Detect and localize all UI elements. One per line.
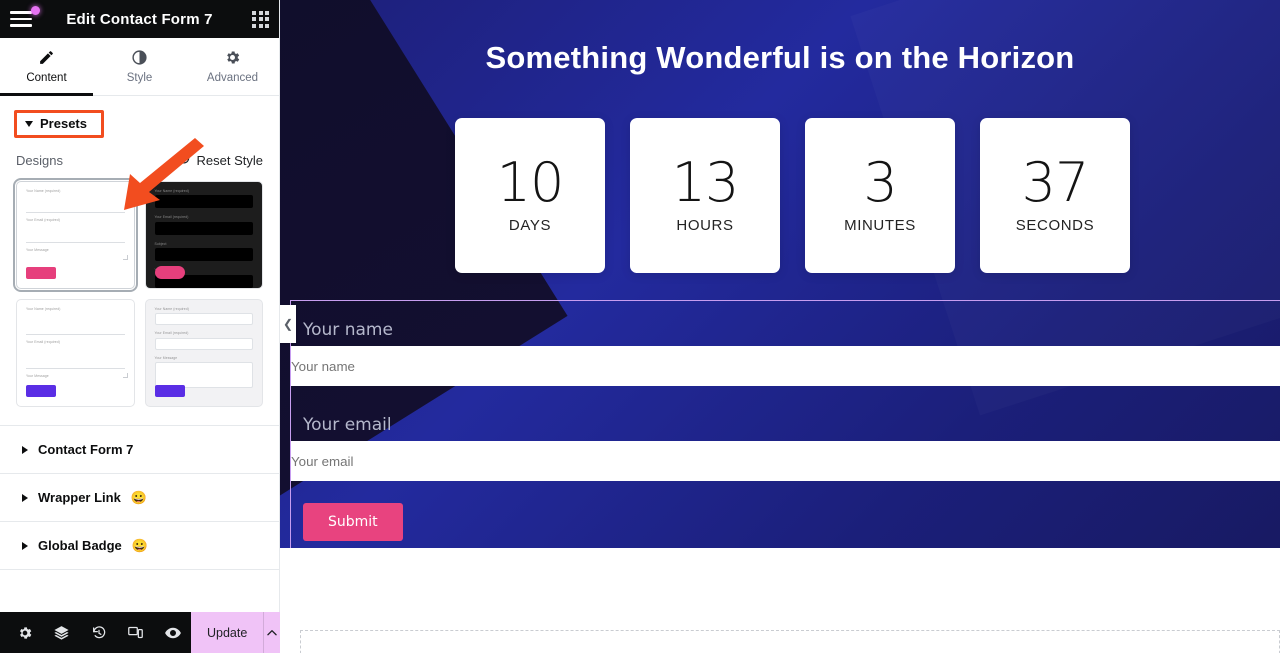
pro-badge-icon: 😀 [131,538,148,553]
caret-down-icon [25,120,33,127]
pencil-icon [38,49,55,66]
caret-right-icon [22,541,28,550]
editor-panel: Edit Contact Form 7 Content Style Advanc… [0,0,280,653]
name-input[interactable] [291,346,1280,386]
countdown-item-hours: 13 HOURS [630,118,780,273]
panel-tabs: Content Style Advanced [0,38,279,96]
preset-field-label: Your Email (required) [26,340,61,345]
hamburger-icon[interactable] [8,4,42,34]
preset-thumb-light-purple[interactable]: Your Name (required) Your Email (require… [16,299,135,407]
email-label: Your email [303,415,392,435]
countdown-item-seconds: 37 SECONDS [980,118,1130,273]
preset-thumb-dark[interactable]: Your Name (required) Your Email (require… [144,181,263,289]
contrast-circle-icon [131,49,148,66]
field-email: Your email [291,408,1280,481]
tab-style[interactable]: Style [93,38,186,95]
preset-field-label: Your Email (required) [26,218,61,223]
page-canvas: Something Wonderful is on the Horizon 10… [280,0,1280,653]
gear-icon [224,49,241,66]
pro-badge-icon: 😀 [130,490,148,505]
panel-header: Edit Contact Form 7 [0,0,279,38]
tab-content-label: Content [26,72,67,84]
caret-right-icon [22,493,28,502]
add-element-dropzone[interactable] [300,630,1280,653]
update-button[interactable]: Update [191,612,264,653]
preset-field-label: Your Message [26,247,49,252]
countdown-widget: 10 DAYS 13 HOURS 3 MINUTES 37 SECONDS [455,118,1130,273]
presets-label: Presets [40,116,87,131]
preset-field-label: Your Message [154,355,178,360]
countdown-label: HOURS [676,216,734,234]
settings-gear-icon[interactable] [6,612,43,653]
reset-style-label: Reset Style [196,153,263,168]
preset-field-label: Your Name (required) [26,307,61,311]
chevron-up-icon[interactable] [263,612,280,653]
chevron-left-icon[interactable]: ❮ [280,305,296,343]
section-label: Contact Form 7 [38,442,134,457]
hero-section: Something Wonderful is on the Horizon 10… [280,0,1280,548]
resize-corner-icon [122,255,128,260]
field-name: Your name [291,313,1280,386]
countdown-item-days: 10 DAYS [455,118,605,273]
name-label: Your name [303,320,393,340]
resize-corner-icon [122,373,128,378]
countdown-value: 13 [671,151,740,215]
preset-field-label: Your Name (required) [154,189,189,193]
countdown-value: 3 [863,151,897,215]
countdown-value: 10 [496,151,565,215]
countdown-label: MINUTES [844,216,916,234]
preview-eye-icon[interactable] [154,612,191,653]
contact-form-widget[interactable]: Your name Your email Submit [290,300,1280,548]
preset-field-label: Your Email (required) [154,331,189,336]
preset-send-button [154,385,185,397]
preset-field-label: Subject [154,241,167,246]
countdown-label: SECONDS [1015,216,1095,234]
countdown-value: 37 [1021,151,1090,215]
countdown-label: DAYS [508,216,552,234]
submit-button[interactable]: Submit [303,503,403,541]
elementor-editor: Edit Contact Form 7 Content Style Advanc… [0,0,1280,653]
section-wrapper-link[interactable]: Wrapper Link 😀 [0,474,279,522]
preset-thumb-grey-boxed[interactable]: Your Name (required) Your Email (require… [144,299,263,407]
tab-advanced[interactable]: Advanced [186,38,279,95]
tab-advanced-label: Advanced [206,72,259,84]
preset-field-label: Your Name (required) [154,307,189,311]
history-revisions-icon[interactable] [80,612,117,653]
tab-content[interactable]: Content [0,38,93,96]
preset-field-label: Your Message [26,373,49,378]
responsive-mode-icon[interactable] [117,612,154,653]
section-label: Wrapper Link [38,490,121,505]
presets-section: Presets Designs Reset Style Your Name (r… [0,96,279,426]
preset-send-button [154,266,185,279]
panel-footer: Update [0,612,280,653]
designs-label: Designs [16,153,63,168]
section-label: Global Badge [38,538,122,553]
reset-arrow-icon [177,152,191,169]
preset-thumb-light-underline[interactable]: Your Name (required) Your Email (require… [13,178,138,292]
presets-accordion-header[interactable]: Presets [14,110,104,138]
presets-grid: Your Name (required) Your Email (require… [0,177,279,425]
section-global-badge[interactable]: Global Badge 😀 [0,522,279,570]
navigator-layers-icon[interactable] [43,612,80,653]
hero-heading: Something Wonderful is on the Horizon [485,40,1075,75]
tab-style-label: Style [126,72,153,84]
notification-dot [31,6,40,15]
preset-send-button [26,385,56,397]
reset-style-button[interactable]: Reset Style [177,152,263,169]
countdown-item-minutes: 3 MINUTES [805,118,955,273]
grid-apps-icon[interactable] [252,10,269,28]
designs-row: Designs Reset Style [0,138,279,177]
preset-field-label: Your Email (required) [154,215,189,220]
preset-send-button [26,267,56,279]
section-contact-form-7[interactable]: Contact Form 7 [0,426,279,474]
preset-field-label: Your Name (required) [26,189,61,193]
caret-right-icon [22,445,28,454]
email-input[interactable] [291,441,1280,481]
